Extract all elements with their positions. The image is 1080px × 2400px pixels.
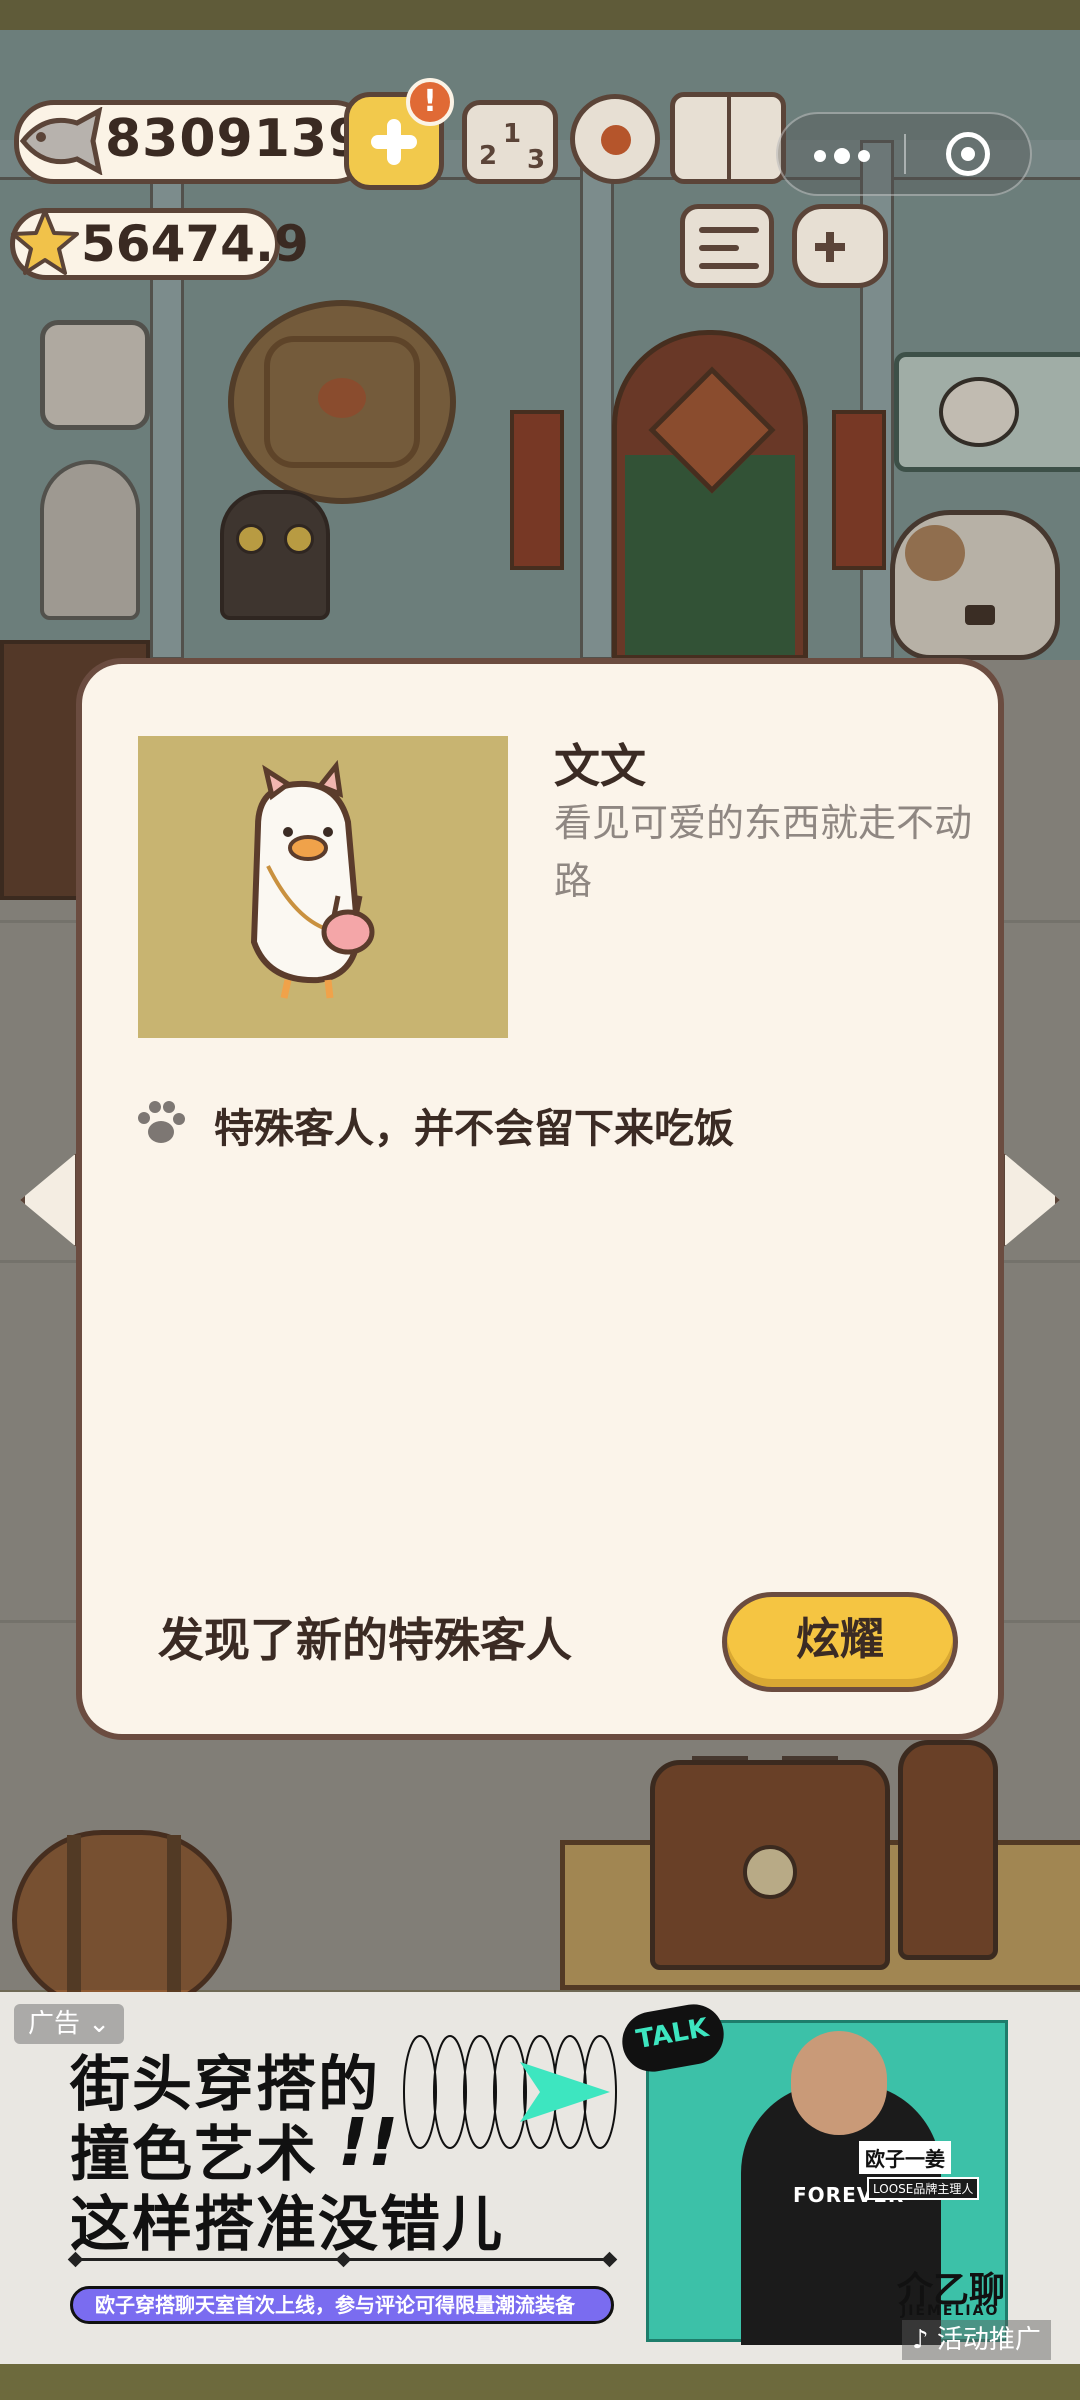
ad-banner[interactable]: 广告 ⌄ 街头穿搭的 撞色艺术 !! 这样搭准没错儿 欧子穿搭聊天室首次上线，参… bbox=[0, 1992, 1080, 2364]
star-icon bbox=[11, 209, 79, 275]
guest-note-text: 特殊客人，并不会留下来吃饭 bbox=[214, 1106, 734, 1152]
bottom-strip bbox=[0, 2364, 1080, 2400]
recipe-book-icon[interactable] bbox=[670, 92, 786, 184]
ad-photo-tag: 欧子一姜 bbox=[859, 2141, 951, 2174]
flower-icon[interactable] bbox=[570, 94, 660, 184]
guest-description: 看见可爱的东西就走不动路 bbox=[554, 801, 973, 903]
new-guest-dialog: 文文 看见可爱的东西就走不动路 特殊客人，并不会留下来吃饭 发现了新的特殊客人 … bbox=[76, 658, 1004, 1740]
ranking-icon[interactable]: 2 1 3 bbox=[462, 100, 558, 184]
guest-portrait bbox=[138, 736, 508, 1038]
star-currency-value: 56474.9 bbox=[81, 215, 309, 273]
ad-headline-marks: !! bbox=[338, 2104, 399, 2181]
ad-decoration-rings bbox=[403, 2035, 617, 2149]
more-dots-icon[interactable] bbox=[778, 114, 904, 194]
fish-currency-value: 8309139 bbox=[105, 109, 366, 169]
duck-guest-illustration bbox=[250, 759, 375, 999]
news-icon[interactable] bbox=[680, 204, 774, 288]
show-off-button[interactable]: 炫耀 bbox=[722, 1592, 958, 1692]
guest-name: 文文 bbox=[554, 739, 646, 793]
discovery-message: 发现了新的特殊客人 bbox=[158, 1613, 572, 1667]
ad-headline-line-3: 这样搭准没错儿 bbox=[70, 2190, 504, 2260]
mini-program-capsule bbox=[776, 112, 1032, 196]
paw-icon bbox=[138, 1101, 185, 1143]
star-currency-counter: 56474.9 bbox=[10, 208, 309, 280]
ad-photo: FOREVER 欧子一姜 LOOSE品牌主理人 介乙聊 JIEMELIAO bbox=[646, 2020, 1008, 2345]
close-target-icon[interactable] bbox=[906, 114, 1030, 194]
alert-badge: ! bbox=[406, 78, 454, 126]
fish-icon bbox=[19, 107, 103, 175]
gamepad-icon[interactable] bbox=[792, 204, 888, 288]
show-off-button-label: 炫耀 bbox=[796, 1614, 884, 1665]
promo-label: ♪ 活动推广 bbox=[902, 2320, 1051, 2360]
ad-slogan: 欧子穿搭聊天室首次上线，参与评论可得限量潮流装备 bbox=[70, 2286, 614, 2324]
fish-currency-counter: 8309139 bbox=[14, 100, 374, 184]
